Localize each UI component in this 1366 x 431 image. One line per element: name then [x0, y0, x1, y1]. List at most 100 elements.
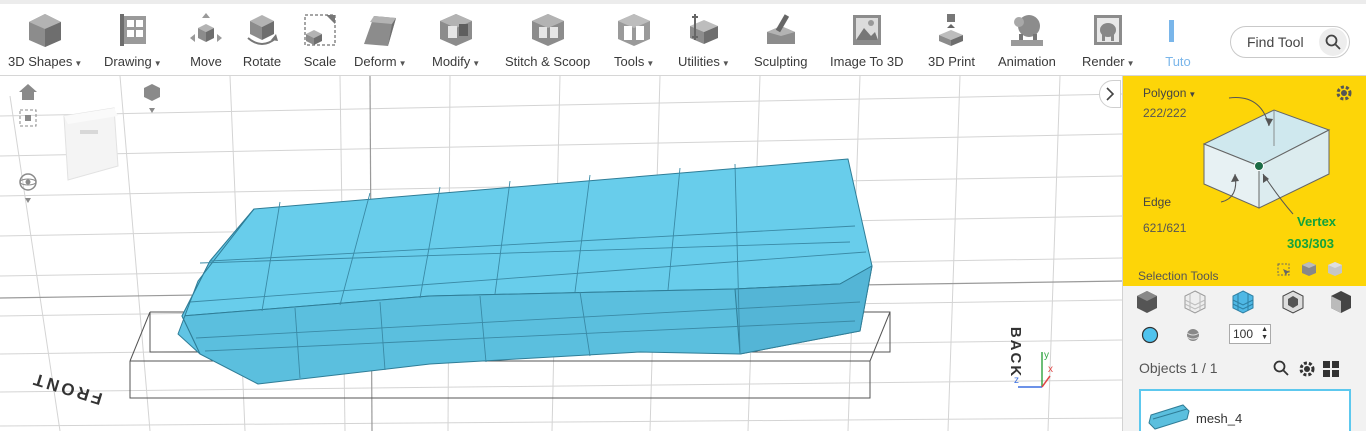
- collapse-panel-button[interactable]: [1099, 80, 1121, 108]
- edge-label[interactable]: Edge: [1143, 195, 1171, 209]
- solid-wire-mode-icon[interactable]: [1231, 290, 1257, 316]
- tool-image-to-3d[interactable]: Image To 3D: [830, 10, 903, 76]
- grid-view-icon[interactable]: [1322, 360, 1340, 383]
- select-connected-icon[interactable]: [1301, 261, 1317, 282]
- material-icon[interactable]: [1185, 327, 1201, 348]
- list-item[interactable]: mesh_4: [1141, 391, 1349, 431]
- opacity-stepper[interactable]: 100 ▲ ▼: [1229, 324, 1271, 344]
- tool-deform[interactable]: Deform ▼: [354, 10, 407, 76]
- tool-stitch-scoop[interactable]: Stitch & Scoop: [505, 10, 590, 76]
- selection-panel: Polygon ▼ 222/222 Edge 621/621 Vertex 303…: [1123, 76, 1366, 286]
- polygon-label: Polygon: [1143, 86, 1187, 100]
- tool-label: Image To 3D: [830, 54, 904, 69]
- utilities-icon: [684, 10, 724, 50]
- scale-icon: [300, 10, 340, 50]
- vertex-label[interactable]: Vertex: [1297, 214, 1336, 229]
- cube-icon: [25, 10, 65, 50]
- select-all-icon[interactable]: [1327, 261, 1343, 282]
- tool-move[interactable]: Move: [186, 10, 226, 76]
- view-cube-menu-icon[interactable]: [142, 82, 162, 121]
- tool-label: Drawing: [104, 54, 152, 69]
- home-view-icon[interactable]: [18, 82, 38, 107]
- right-panel: Polygon ▼ 222/222 Edge 621/621 Vertex 303…: [1122, 76, 1366, 431]
- tool-tools[interactable]: Tools ▼: [614, 10, 654, 76]
- chevron-down-icon: ▼: [153, 59, 162, 68]
- select-lasso-icon[interactable]: [1277, 263, 1291, 282]
- orbit-icon[interactable]: [16, 172, 40, 211]
- 3d-print-icon: [931, 10, 971, 50]
- edge-count: 621/621: [1143, 221, 1187, 235]
- tutorials-icon: [1158, 10, 1198, 50]
- style-row: 100 ▲ ▼: [1123, 323, 1366, 347]
- object-name: mesh_4: [1196, 411, 1243, 426]
- find-tool-search[interactable]: Find Tool: [1230, 26, 1350, 58]
- selection-cube-illustration: [1202, 97, 1331, 215]
- axis-label-x: x: [1048, 364, 1053, 375]
- chevron-down-icon: ▼: [398, 59, 407, 68]
- xray-mode-icon[interactable]: [1281, 290, 1307, 316]
- mesh-thumbnail: [1148, 404, 1190, 430]
- gear-icon[interactable]: [1298, 360, 1316, 383]
- tool-utilities[interactable]: Utilities ▼: [678, 10, 730, 76]
- solid-mode-icon[interactable]: [1135, 290, 1161, 316]
- wireframe-mode-icon[interactable]: [1183, 290, 1209, 316]
- chevron-down-icon: ▼: [1188, 90, 1197, 99]
- chevron-right-icon: [1106, 87, 1115, 101]
- objects-count-label: Objects 1 / 1: [1139, 360, 1218, 376]
- polygon-mode-dropdown[interactable]: Polygon ▼: [1143, 86, 1196, 100]
- tool-render[interactable]: Render ▼: [1082, 10, 1135, 76]
- search-icon[interactable]: [1273, 360, 1289, 381]
- tool-label: Scale: [303, 54, 337, 69]
- tool-label: 3D Print: [928, 54, 975, 69]
- tool-label: 3D Shapes: [8, 54, 73, 69]
- opacity-value: 100: [1233, 327, 1254, 341]
- tool-label: Modify: [432, 54, 471, 69]
- find-tool-label: Find Tool: [1247, 34, 1304, 50]
- flat-mode-icon[interactable]: [1329, 290, 1355, 316]
- display-mode-row: [1123, 290, 1366, 318]
- deform-icon: [360, 10, 400, 50]
- stepper-arrows-icon[interactable]: ▲ ▼: [1261, 326, 1268, 342]
- render-icon: [1088, 10, 1128, 50]
- tool-tutorials[interactable]: Tuto: [1158, 10, 1198, 76]
- app-window: 3D Shapes▼ Drawing▼ Move Rotate Scale: [0, 0, 1366, 431]
- 3d-viewport[interactable]: y z x FRONT BACK: [0, 76, 1122, 431]
- tool-modify[interactable]: Modify ▼: [432, 10, 480, 76]
- tool-scale[interactable]: Scale: [300, 10, 340, 76]
- back-label: BACK: [1007, 326, 1025, 379]
- animation-icon: [1007, 10, 1047, 50]
- tool-3d-shapes[interactable]: 3D Shapes ▼: [8, 10, 82, 76]
- mesh-object[interactable]: [177, 158, 873, 385]
- tool-animation[interactable]: Animation: [998, 10, 1056, 76]
- objects-header: Objects 1 / 1: [1123, 356, 1366, 382]
- scene-canvas: y z x: [0, 76, 1122, 431]
- search-icon[interactable]: [1319, 28, 1347, 56]
- tool-sculpting[interactable]: Sculpting: [754, 10, 807, 76]
- image-to-3d-icon: [847, 10, 887, 50]
- axis-label-y: y: [1044, 350, 1049, 361]
- polygon-count: 222/222: [1143, 106, 1187, 120]
- tool-rotate[interactable]: Rotate: [242, 10, 282, 76]
- chevron-down-icon: ▼: [472, 59, 481, 68]
- fit-view-icon[interactable]: [18, 108, 38, 133]
- rotate-icon: [242, 10, 282, 50]
- chevron-down-icon: ▼: [721, 59, 730, 68]
- tool-label: Stitch & Scoop: [505, 54, 591, 69]
- objects-list: mesh_4: [1139, 389, 1351, 431]
- stitch-scoop-icon: [528, 10, 568, 50]
- tool-label: Move: [190, 54, 222, 69]
- chevron-down-icon: ▼: [74, 59, 83, 68]
- tool-label: Tools: [614, 54, 645, 69]
- tool-drawing[interactable]: Drawing ▼: [104, 10, 162, 76]
- sculpting-icon: [761, 10, 801, 50]
- main-toolbar: 3D Shapes▼ Drawing▼ Move Rotate Scale: [0, 0, 1366, 76]
- vertex-count: 303/303: [1287, 236, 1334, 251]
- tools-icon: [614, 10, 654, 50]
- drawing-icon: [113, 10, 153, 50]
- tool-3d-print[interactable]: 3D Print: [928, 10, 975, 76]
- view-cube[interactable]: [60, 106, 124, 189]
- tool-label: Rotate: [242, 54, 282, 69]
- tool-label: Sculpting: [754, 54, 808, 69]
- move-icon: [186, 10, 226, 50]
- color-swatch[interactable]: [1141, 326, 1159, 349]
